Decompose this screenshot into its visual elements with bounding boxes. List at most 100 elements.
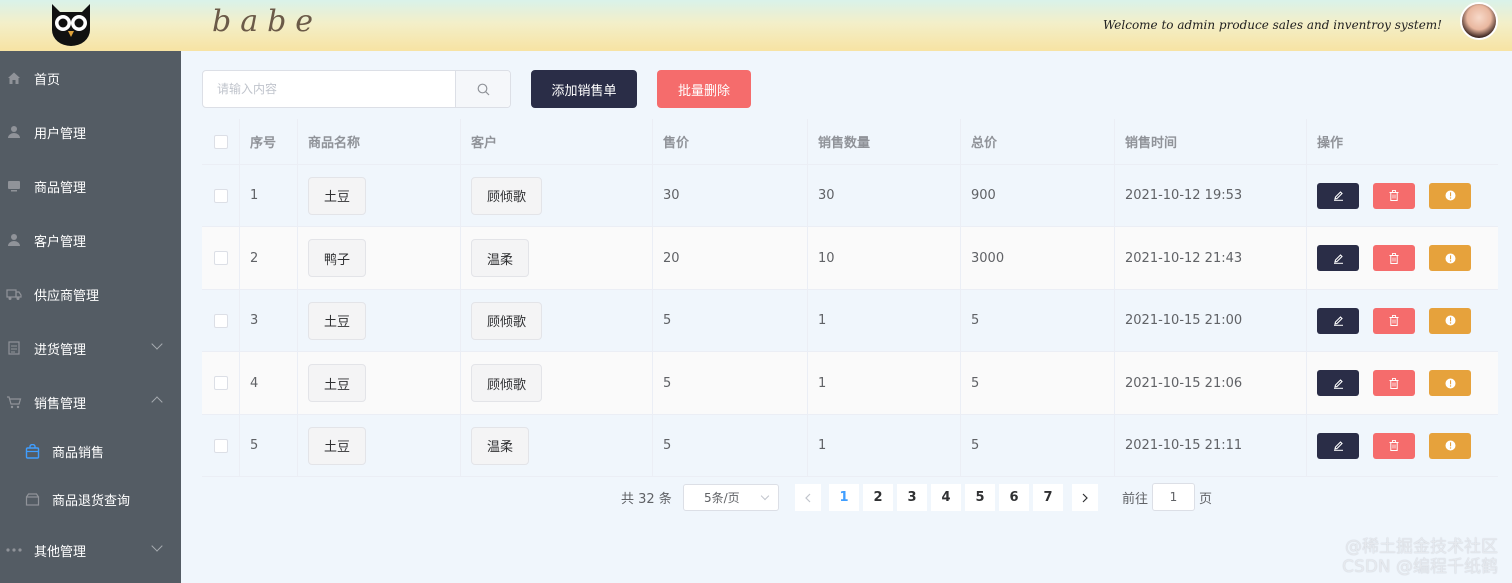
edit-button[interactable] xyxy=(1317,245,1359,271)
header-total[interactable]: 总价 xyxy=(961,119,1115,164)
trash-icon xyxy=(1389,252,1399,264)
user-avatar[interactable] xyxy=(1460,2,1498,40)
sidebar-subitem-returns[interactable]: 商品退货查询 xyxy=(0,475,181,523)
home-icon xyxy=(6,70,22,86)
page-size-select[interactable]: 5条/页 xyxy=(683,484,779,511)
detail-button[interactable] xyxy=(1429,370,1471,396)
cell-quantity: 1 xyxy=(808,290,961,351)
search-box xyxy=(202,70,511,108)
cell-customer: 顾倾歌 xyxy=(461,290,653,351)
cell-customer: 顾倾歌 xyxy=(461,352,653,414)
sidebar-item-other[interactable]: 其他管理 xyxy=(0,523,181,577)
sidebar-item-sales[interactable]: 销售管理 xyxy=(0,375,181,429)
sidebar-item-home[interactable]: 首页 xyxy=(0,51,181,105)
prev-page-button[interactable] xyxy=(795,484,821,511)
sidebar-item-users[interactable]: 用户管理 xyxy=(0,105,181,159)
product-tag: 土豆 xyxy=(308,301,367,340)
sidebar-item-customers[interactable]: 客户管理 xyxy=(0,213,181,267)
owl-logo xyxy=(46,0,96,46)
page-number[interactable]: 7 xyxy=(1033,484,1063,511)
row-checkbox[interactable] xyxy=(213,376,228,390)
header-id[interactable]: 序号 xyxy=(240,119,298,164)
header-customer[interactable]: 客户 xyxy=(461,119,653,164)
cell-total: 5 xyxy=(961,415,1115,476)
row-checkbox[interactable] xyxy=(213,251,228,265)
header-quantity[interactable]: 销售数量 xyxy=(808,119,961,164)
trash-icon xyxy=(1389,377,1399,389)
page-suffix: 页 xyxy=(1199,492,1213,507)
page-number[interactable]: 5 xyxy=(965,484,995,511)
add-sales-order-button[interactable]: 添加销售单 xyxy=(531,70,637,108)
page-number[interactable]: 6 xyxy=(999,484,1029,511)
chevron-left-icon xyxy=(805,493,811,502)
edit-icon xyxy=(1333,316,1343,326)
user-icon xyxy=(6,232,22,248)
user-icon xyxy=(6,124,22,140)
box-icon xyxy=(25,492,40,507)
cell-sale-time: 2021-10-15 21:06 xyxy=(1115,352,1307,414)
bag-icon xyxy=(25,443,40,459)
cell-customer: 温柔 xyxy=(461,227,653,289)
sidebar-item-label: 商品管理 xyxy=(34,180,87,196)
cell-product: 鸭子 xyxy=(298,227,461,289)
sidebar-item-products[interactable]: 商品管理 xyxy=(0,159,181,213)
next-page-button[interactable] xyxy=(1072,484,1098,511)
delete-button[interactable] xyxy=(1373,182,1415,209)
select-all-checkbox[interactable] xyxy=(213,134,228,149)
goto-page-input[interactable] xyxy=(1152,483,1195,511)
detail-button[interactable] xyxy=(1429,182,1471,209)
cell-total: 5 xyxy=(961,352,1115,414)
delete-button[interactable] xyxy=(1373,370,1415,396)
watermark-line: CSDN @编程千纸鹤 xyxy=(1342,557,1498,577)
brand-title: babe xyxy=(212,4,323,39)
row-select-cell xyxy=(202,227,240,289)
sidebar-subitem-sales[interactable]: 商品销售 xyxy=(0,427,181,475)
cell-actions xyxy=(1307,165,1498,226)
cell-product: 土豆 xyxy=(298,290,461,351)
chevron-up-icon xyxy=(151,396,163,408)
search-input[interactable] xyxy=(203,71,455,107)
header-product[interactable]: 商品名称 xyxy=(298,119,461,164)
customer-tag: 温柔 xyxy=(471,426,530,465)
row-select-cell xyxy=(202,290,240,351)
edit-button[interactable] xyxy=(1317,307,1359,334)
edit-button[interactable] xyxy=(1317,370,1359,396)
more-icon xyxy=(6,542,22,558)
batch-delete-button[interactable]: 批量删除 xyxy=(657,70,751,108)
edit-button[interactable] xyxy=(1317,182,1359,209)
page-number[interactable]: 3 xyxy=(897,484,927,511)
goto-label: 前往 xyxy=(1122,492,1149,507)
header-actions: 操作 xyxy=(1317,136,1344,151)
row-checkbox[interactable] xyxy=(213,188,228,203)
chevron-down-icon xyxy=(151,540,163,552)
watermark: @稀土掘金技术社区 CSDN @编程千纸鹤 xyxy=(1342,537,1498,577)
delete-button[interactable] xyxy=(1373,245,1415,271)
sidebar-item-purchase[interactable]: 进货管理 xyxy=(0,321,181,375)
page-number[interactable]: 2 xyxy=(863,484,893,511)
header-sale-time[interactable]: 销售时间 xyxy=(1115,119,1307,164)
delete-button[interactable] xyxy=(1373,307,1415,334)
header-price[interactable]: 售价 xyxy=(653,119,808,164)
product-tag: 鸭子 xyxy=(308,239,367,277)
detail-button[interactable] xyxy=(1429,307,1471,334)
cell-actions xyxy=(1307,415,1498,476)
detail-button[interactable] xyxy=(1429,245,1471,271)
info-icon xyxy=(1445,315,1455,326)
row-checkbox[interactable] xyxy=(213,438,228,453)
table-row: 5 土豆 温柔 5 1 5 2021-10-15 21:11 xyxy=(202,415,1498,477)
detail-button[interactable] xyxy=(1429,432,1471,459)
search-button[interactable] xyxy=(455,71,510,107)
table-row: 2 鸭子 温柔 20 10 3000 2021-10-12 21:43 xyxy=(202,227,1498,290)
cell-id: 4 xyxy=(240,352,298,414)
row-checkbox[interactable] xyxy=(213,313,228,328)
chevron-right-icon xyxy=(1082,493,1088,502)
cell-quantity: 30 xyxy=(808,165,961,226)
cell-price: 5 xyxy=(653,290,808,351)
sidebar-item-suppliers[interactable]: 供应商管理 xyxy=(0,267,181,321)
page-number[interactable]: 1 xyxy=(829,484,859,511)
page-number[interactable]: 4 xyxy=(931,484,961,511)
product-tag: 土豆 xyxy=(308,426,367,465)
delete-button[interactable] xyxy=(1373,432,1415,459)
edit-button[interactable] xyxy=(1317,432,1359,459)
customer-tag: 顾倾歌 xyxy=(471,176,543,215)
